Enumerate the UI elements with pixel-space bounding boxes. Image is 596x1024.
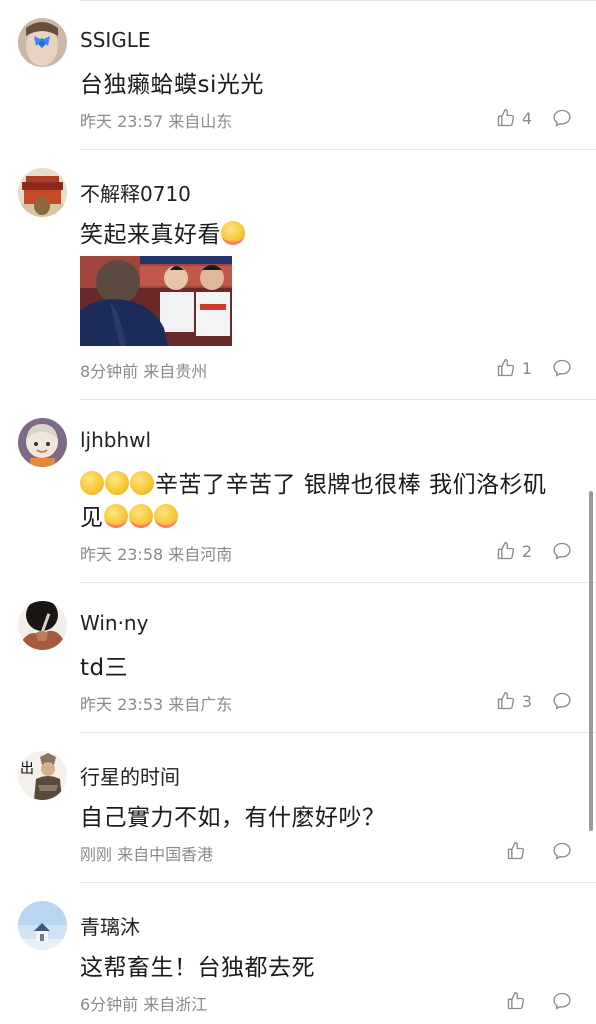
comment-bubble-icon[interactable] [552, 841, 572, 861]
avatar[interactable] [18, 168, 67, 217]
thumbs-up-icon [497, 541, 514, 560]
comment-bubble-icon[interactable] [552, 541, 572, 561]
comment-text: 台独癞蛤蟆si光光 [80, 72, 264, 98]
avatar[interactable] [18, 418, 67, 467]
divider [80, 732, 596, 733]
username[interactable]: ljhbhwl [80, 428, 151, 452]
like-count: 4 [521, 108, 532, 128]
loudly-crying-face-emoji-icon [153, 504, 178, 528]
like-count: 3 [521, 691, 532, 711]
like-button[interactable] [506, 991, 532, 1011]
comment-meta: 昨天 23:57 来自山东 [80, 108, 232, 132]
comment-text-line1: 辛苦了辛苦了 银牌也很棒 我们洛杉矶 [155, 472, 547, 498]
like-button[interactable]: 2 [496, 541, 532, 561]
location: 来自中国香港 [117, 845, 214, 864]
like-button[interactable]: 1 [496, 358, 532, 378]
location: 来自河南 [168, 545, 233, 564]
thumbs-up-icon [497, 691, 514, 710]
username[interactable]: 不解释0710 [80, 178, 191, 207]
comment-item: 不解释0710 笑起来真好看 8分钟前 来自贵州 1 [0, 168, 596, 400]
comment-text-line2: 见 [80, 505, 104, 531]
timestamp: 昨天 23:57 [80, 112, 164, 131]
avatar[interactable] [18, 901, 67, 950]
comment-item: 出 行星的时间 自己實力不如，有什麼好吵？ 刚刚 来自中国香港 [0, 751, 596, 883]
comment-bubble-icon[interactable] [552, 358, 572, 378]
thumbs-up-icon [507, 991, 525, 1010]
comment-meta: 6分钟前 来自浙江 [80, 991, 207, 1015]
like-button[interactable] [506, 841, 532, 861]
location: 来自贵州 [143, 362, 208, 381]
timestamp: 8分钟前 [80, 362, 139, 381]
comment-meta: 昨天 23:53 来自广东 [80, 691, 232, 715]
username[interactable]: Win·ny [80, 611, 148, 635]
comment-meta: 刚刚 来自中国香港 [80, 841, 213, 865]
comment-bubble-icon[interactable] [552, 991, 572, 1011]
comment-item: 青璃沐 这帮畜生！台独都去死 6分钟前 来自浙江 [0, 901, 596, 1024]
timestamp: 昨天 23:53 [80, 695, 164, 714]
scrollbar[interactable] [589, 491, 593, 831]
thumbs-up-icon [497, 358, 514, 377]
username[interactable]: 青璃沐 [80, 911, 140, 940]
comment-item: SSIGLE 台独癞蛤蟆si光光 昨天 23:57 来自山东 4 [0, 18, 596, 150]
comment-text: 笑起来真好看 [80, 219, 570, 252]
thumbs-up-icon [507, 841, 525, 860]
comment-text: 辛苦了辛苦了 银牌也很棒 我们洛杉矶 见 [80, 469, 570, 535]
comment-image[interactable] [80, 256, 232, 346]
comment-text: td三 [80, 655, 129, 681]
loudly-crying-face-emoji-icon [128, 504, 153, 528]
timestamp: 刚刚 [80, 845, 113, 864]
loudly-crying-face-emoji-icon [103, 504, 128, 528]
worried-face-emoji-icon [105, 471, 129, 495]
like-button[interactable]: 4 [496, 108, 532, 128]
top-divider [80, 0, 596, 1]
avatar[interactable] [18, 601, 67, 650]
divider [80, 399, 596, 400]
crying-face-emoji-icon [221, 221, 245, 245]
timestamp: 6分钟前 [80, 995, 139, 1014]
like-count: 1 [521, 358, 532, 378]
comment-item: Win·ny td三 昨天 23:53 来自广东 3 [0, 601, 596, 733]
timestamp: 昨天 23:58 [80, 545, 164, 564]
username[interactable]: SSIGLE [80, 28, 151, 52]
location: 来自浙江 [143, 995, 208, 1014]
avatar[interactable] [18, 18, 67, 67]
worried-face-emoji-icon [80, 471, 104, 495]
comment-text: 这帮畜生！台独都去死 [80, 955, 315, 981]
avatar[interactable]: 出 [18, 751, 67, 800]
comment-meta: 昨天 23:58 来自河南 [80, 541, 232, 565]
location: 来自广东 [168, 695, 233, 714]
comment-text-body: 笑起来真好看 [80, 222, 221, 248]
comment-text: 自己實力不如，有什麼好吵？ [80, 805, 386, 831]
comment-meta: 8分钟前 来自贵州 [80, 358, 207, 382]
username[interactable]: 行星的时间 [80, 761, 180, 790]
divider [80, 149, 596, 150]
divider [80, 582, 596, 583]
comment-item: ljhbhwl 辛苦了辛苦了 银牌也很棒 我们洛杉矶 见 昨天 23:58 来自… [0, 418, 596, 583]
worried-face-emoji-icon [130, 471, 154, 495]
divider [80, 882, 596, 883]
location: 来自山东 [168, 112, 233, 131]
thumbs-up-icon [497, 108, 514, 127]
comment-bubble-icon[interactable] [552, 691, 572, 711]
like-count: 2 [521, 541, 532, 561]
svg-text:出: 出 [20, 761, 34, 777]
comment-bubble-icon[interactable] [552, 108, 572, 128]
like-button[interactable]: 3 [496, 691, 532, 711]
